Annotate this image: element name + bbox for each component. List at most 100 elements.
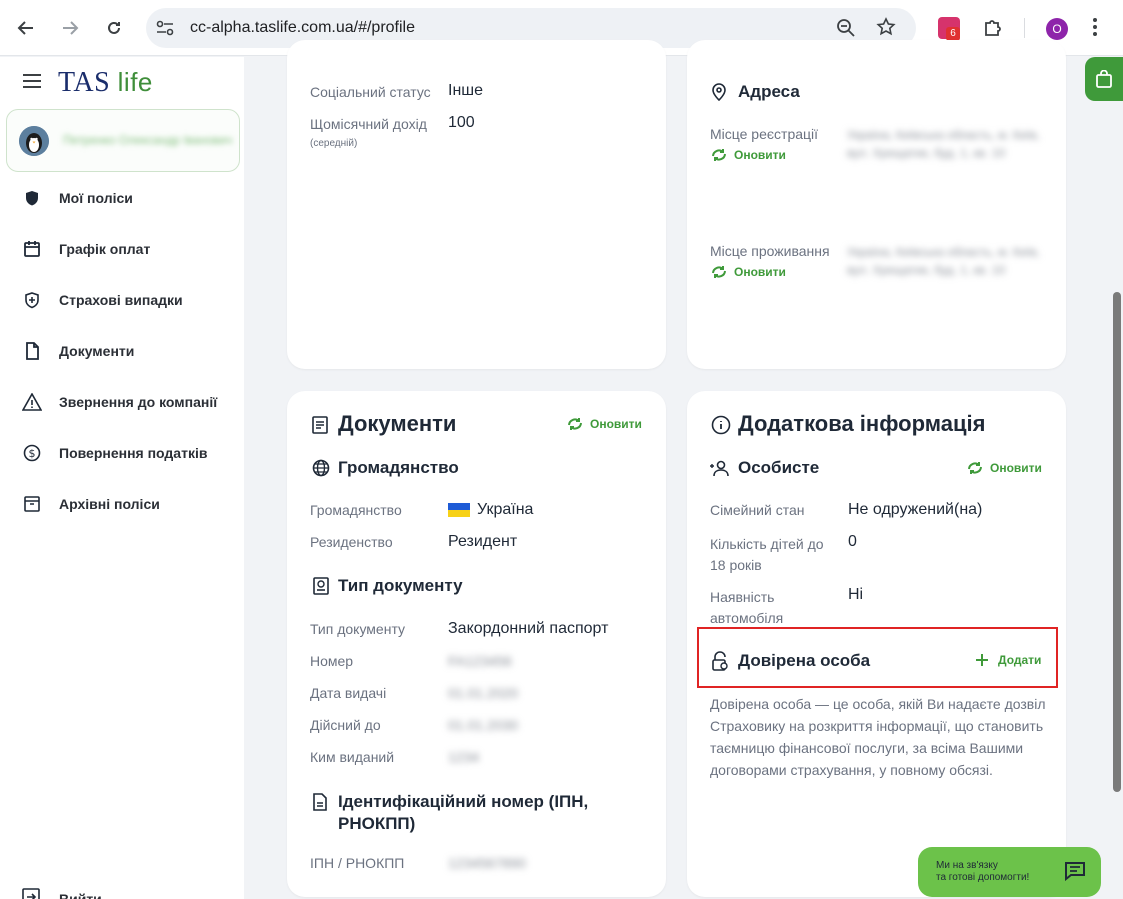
marital-value: Не одружений(на) <box>848 501 983 518</box>
id-document-icon <box>313 577 329 595</box>
info-icon <box>711 415 731 435</box>
social-card: Соціальний статус Інше Щомісячний дохід … <box>287 40 666 369</box>
shopping-bag-icon <box>1096 70 1112 88</box>
shield-icon <box>22 188 42 208</box>
residence-value: Україна, Київська область, м. Київ, вул.… <box>847 245 1040 277</box>
bookmark-star-icon[interactable] <box>876 17 896 37</box>
chat-line-2: та готові допомогти! <box>936 872 1030 883</box>
forward-button[interactable] <box>56 14 84 42</box>
highlight-box <box>697 627 1058 688</box>
support-chat-button[interactable]: Ми на зв'язку та готові допомогти! <box>918 847 1101 897</box>
globe-icon <box>312 459 330 477</box>
profile-avatar[interactable]: O <box>1046 18 1068 40</box>
logout-icon <box>22 888 40 899</box>
social-status-label: Соціальний статус <box>310 84 431 100</box>
car-value: Ні <box>848 586 864 603</box>
user-name: Петренко Олександр Іванович <box>63 133 233 147</box>
user-card[interactable]: Петренко Олександр Іванович <box>6 109 240 172</box>
dollar-icon: $ <box>22 443 42 463</box>
url-text[interactable]: cc-alpha.taslife.com.ua/#/profile <box>190 19 415 37</box>
chat-text: Ми на зв'язку та готові допомогти! <box>936 860 1029 884</box>
page-scrollbar[interactable] <box>1113 292 1121 792</box>
archive-icon <box>22 494 42 514</box>
arrow-right-icon <box>63 21 79 35</box>
refresh-label: Оновити <box>590 417 642 431</box>
documents-title: Документи <box>338 411 457 436</box>
issued-by-value: 1234 <box>448 749 480 765</box>
warning-icon <box>22 392 42 412</box>
chat-line-1: Ми на зв'язку <box>936 860 998 871</box>
number-label: Номер <box>310 653 354 669</box>
citizenship-value: Україна <box>477 501 534 518</box>
tax-id-title: Ідентифікаційний номер (ІПН, РНОКПП) <box>338 792 589 833</box>
logo-life: life <box>117 67 153 97</box>
document-icon <box>22 341 42 361</box>
tax-id-value: 1234567890 <box>448 855 526 871</box>
citizenship-title: Громадянство <box>338 458 459 477</box>
income-label: Щомісячний дохід <box>310 116 427 132</box>
logout-button[interactable]: Вийти <box>22 888 102 899</box>
address-card: Адреса Місце реєстрації Оновити Україна,… <box>687 40 1066 369</box>
citizenship-label: Громадянство <box>310 502 402 518</box>
residence-refresh-button[interactable]: Оновити <box>710 265 786 279</box>
logout-label: Вийти <box>59 891 102 899</box>
ukraine-flag-icon <box>448 503 470 517</box>
tas-life-logo[interactable]: TAS life <box>58 67 153 99</box>
cart-tab[interactable] <box>1085 57 1123 101</box>
sidebar-item-label: Архівні поліси <box>59 496 160 512</box>
sidebar-item-label: Звернення до компанії <box>59 394 218 410</box>
additional-info-title: Додаткова інформація <box>738 411 986 436</box>
document-list-icon <box>312 416 328 434</box>
sidebar-item-documents[interactable]: Документи <box>0 334 244 368</box>
penguin-avatar-icon <box>19 126 49 156</box>
back-button[interactable] <box>12 14 40 42</box>
logo-tas: TAS <box>58 67 111 98</box>
refresh-icon <box>712 266 726 278</box>
issue-date-label: Дата видачі <box>310 685 387 701</box>
refresh-label: Оновити <box>734 265 786 279</box>
registration-label: Місце реєстрації <box>710 126 819 142</box>
refresh-icon <box>712 149 726 161</box>
sidebar-item-insurance-cases[interactable]: Страхові випадки <box>0 283 244 317</box>
chat-icon <box>1065 862 1085 881</box>
sidebar-item-archive[interactable]: Архівні поліси <box>0 487 244 521</box>
trusted-person-description: Довірена особа — це особа, якій Ви надає… <box>710 696 1046 778</box>
income-hint: (середній) <box>310 138 358 149</box>
more-menu-icon[interactable] <box>1092 16 1098 38</box>
residency-label: Резиденство <box>310 534 393 550</box>
car-label: Наявність автомобіля <box>710 589 784 626</box>
sidebar-item-appeals[interactable]: Звернення до компанії <box>0 385 244 419</box>
sidebar-item-policies[interactable]: Мої поліси <box>0 181 244 215</box>
sidebar-item-label: Страхові випадки <box>59 292 183 308</box>
zoom-icon[interactable] <box>836 18 856 38</box>
refresh-icon <box>968 462 982 474</box>
children-label: Кількість дітей до 18 років <box>710 536 824 573</box>
registration-refresh-button[interactable]: Оновити <box>710 148 786 162</box>
calendar-icon <box>22 239 42 259</box>
valid-until-label: Дійсний до <box>310 717 381 733</box>
sidebar-item-label: Повернення податків <box>59 445 208 461</box>
documents-card: Документи Оновити Громадянство Громадянс… <box>287 391 666 897</box>
site-settings-icon <box>156 20 174 36</box>
residence-label: Місце проживання <box>710 243 830 259</box>
sidebar-item-payment-schedule[interactable]: Графік оплат <box>0 232 244 266</box>
personal-refresh-button[interactable]: Оновити <box>966 461 1042 475</box>
shield-plus-icon <box>22 290 42 310</box>
extension-icon[interactable]: 6 <box>938 17 960 41</box>
avatar <box>19 126 49 156</box>
refresh-icon <box>568 418 582 430</box>
social-status-value: Інше <box>448 82 484 99</box>
issued-by-label: Ким виданий <box>310 749 395 765</box>
svg-text:$: $ <box>29 447 36 460</box>
children-value: 0 <box>848 533 857 550</box>
sidebar-item-tax-return[interactable]: $ Повернення податків <box>0 436 244 470</box>
sidebar: TAS life Петренко Олександр Іванович Мої… <box>0 57 244 899</box>
documents-refresh-button[interactable]: Оновити <box>566 417 642 431</box>
hamburger-menu-icon[interactable] <box>22 73 42 89</box>
doctype-value: Закордонний паспорт <box>448 620 609 637</box>
issue-date-value: 01.01.2020 <box>448 685 519 701</box>
extensions-puzzle-icon[interactable] <box>982 17 1004 39</box>
tax-id-label: ІПН / РНОКПП <box>310 855 405 871</box>
reload-button[interactable] <box>100 14 128 42</box>
marital-label: Сімейний стан <box>710 502 805 518</box>
